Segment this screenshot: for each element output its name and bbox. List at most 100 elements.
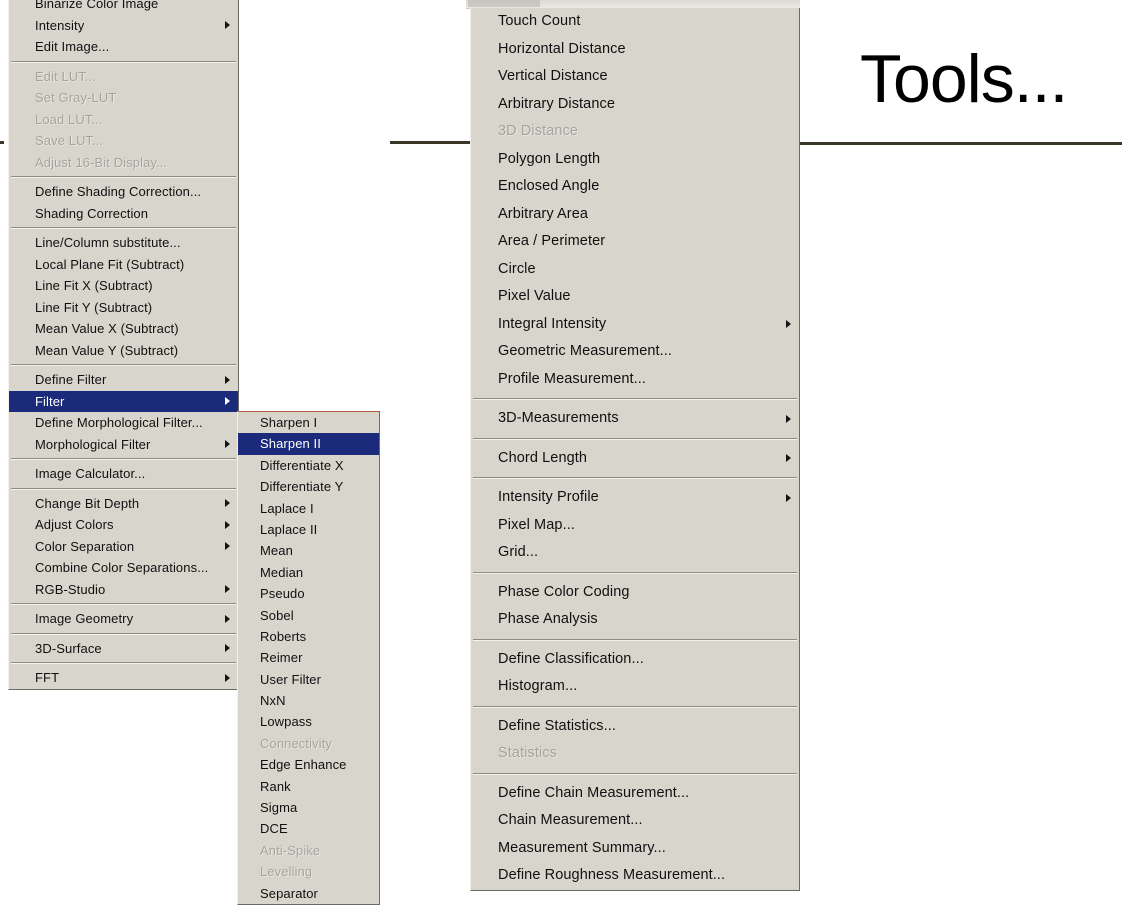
menu-item-combine-color-separations[interactable]: Combine Color Separations... [9,557,238,579]
menu-item-phase-analysis[interactable]: Phase Analysis [471,606,799,634]
process-menu[interactable]: Binarize Color Image Intensity Edit Image.… [8,0,239,690]
menu-item-rgb-studio[interactable]: RGB-Studio [9,579,238,601]
menu-item-chord-length[interactable]: Chord Length [471,445,799,473]
menu-item-mean-value-y-subtract[interactable]: Mean Value Y (Subtract) [9,340,238,362]
menu-item-profile-measurement[interactable]: Profile Measurement... [471,366,799,394]
menu-item-horizontal-distance[interactable]: Horizontal Distance [471,36,799,64]
menu-item-geometric-measurement[interactable]: Geometric Measurement... [471,338,799,366]
menu-item-define-morphological-filter[interactable]: Define Morphological Filter... [9,412,238,434]
menu-item-phase-color-coding[interactable]: Phase Color Coding [471,579,799,607]
menu-item-label: Levelling [260,864,313,880]
menu-separator [473,398,797,400]
menu-item-circle[interactable]: Circle [471,256,799,284]
menu-item-local-plane-fit-subtract[interactable]: Local Plane Fit (Subtract) [9,254,238,276]
menu-group: Intensity Profile Pixel Map... Grid... [471,484,799,567]
menu-item-shading-correction[interactable]: Shading Correction [9,203,238,225]
menu-item-label: Shading Correction [35,205,149,221]
menu-item-define-classification[interactable]: Define Classification... [471,646,799,674]
menu-item-reimer[interactable]: Reimer [238,647,379,668]
menu-separator [473,571,797,574]
menu-item-sigma[interactable]: Sigma [238,797,379,818]
menu-item-label: Line/Column substitute... [35,235,181,250]
menu-item-label: 3D-Measurements [498,410,619,426]
menu-item-laplace-ii[interactable]: Laplace II [238,519,379,540]
menu-item-edge-enhance[interactable]: Edge Enhance [238,754,379,775]
menu-item-touch-count[interactable]: Touch Count [471,8,799,36]
menu-item-vertical-distance[interactable]: Vertical Distance [471,63,799,91]
menu-item-image-geometry[interactable]: Image Geometry [9,608,238,630]
menu-item-mean[interactable]: Mean [238,540,379,561]
menu-item-line-fit-y-subtract[interactable]: Line Fit Y (Subtract) [9,297,238,319]
menu-item-edit-image[interactable]: Edit Image... [9,36,238,58]
menu-item-rank[interactable]: Rank [238,776,379,797]
menu-item-label: Change Bit Depth [35,495,140,511]
menu-item-line-column-substitute[interactable]: Line/Column substitute... [9,232,238,254]
menu-item-label: Edit Image... [35,39,110,54]
menu-item-roberts[interactable]: Roberts [238,626,379,647]
menu-item-3d-surface[interactable]: 3D-Surface [9,638,238,660]
menu-item-filter[interactable]: Filter [9,390,238,412]
menu-item-grid[interactable]: Grid... [471,539,799,567]
menu-item-define-filter[interactable]: Define Filter [9,369,238,391]
menu-item-chain-measurement[interactable]: Chain Measurement... [471,807,799,835]
menu-item-dce[interactable]: DCE [238,818,379,839]
menu-item-fft[interactable]: FFT [9,667,238,689]
filter-submenu[interactable]: Sharpen I Sharpen II Differentiate X Differ… [237,411,380,905]
menu-item-label: Measurement Summary... [498,839,666,856]
measure-menu[interactable]: Touch Count Horizontal Distance Vertical D… [470,8,800,891]
menu-item-arbitrary-area[interactable]: Arbitrary Area [471,201,799,229]
menu-item-label: Arbitrary Area [498,205,589,222]
menu-item-change-bit-depth[interactable]: Change Bit Depth [9,493,238,515]
menu-item-separator[interactable]: Separator [238,883,379,904]
menu-item-sharpen-ii[interactable]: Sharpen II [238,433,379,455]
menu-item-define-shading-correction[interactable]: Define Shading Correction... [9,181,238,203]
menu-item-area-perimeter[interactable]: Area / Perimeter [471,228,799,256]
menu-item-nxn[interactable]: NxN [238,690,379,711]
menu-item-define-statistics[interactable]: Define Statistics... [471,713,799,741]
menu-item-median[interactable]: Median [238,562,379,583]
menu-item-image-calculator[interactable]: Image Calculator... [9,463,238,485]
menu-item-pixel-value[interactable]: Pixel Value [471,283,799,311]
menu-item-sharpen-i[interactable]: Sharpen I [238,412,379,433]
menu-item-integral-intensity[interactable]: Integral Intensity [471,311,799,339]
menu-item-measurement-summary[interactable]: Measurement Summary... [471,835,799,863]
menu-item-label: Set Gray-LUT [35,90,117,105]
menu-item-enclosed-angle[interactable]: Enclosed Angle [471,173,799,201]
menu-item-label: Profile Measurement... [498,370,647,387]
menu-item-3d-measurements[interactable]: 3D-Measurements [471,405,799,433]
menu-item-mean-value-x-subtract[interactable]: Mean Value X (Subtract) [9,318,238,340]
menu-item-histogram[interactable]: Histogram... [471,673,799,701]
menu-item-intensity[interactable]: Intensity [9,15,238,37]
menu-item-binarize-color-image[interactable]: Binarize Color Image [9,0,238,15]
menu-item-arbitrary-distance[interactable]: Arbitrary Distance [471,91,799,119]
menu-item-laplace-i[interactable]: Laplace I [238,498,379,519]
menu-item-line-fit-x-subtract[interactable]: Line Fit X (Subtract) [9,275,238,297]
menu-item-load-lut: Load LUT... [9,109,238,131]
menu-item-intensity-profile[interactable]: Intensity Profile [471,484,799,512]
menu-item-adjust-colors[interactable]: Adjust Colors [9,514,238,536]
menu-item-lowpass[interactable]: Lowpass [238,711,379,732]
menu-item-define-roughness-measurement[interactable]: Define Roughness Measurement... [471,862,799,890]
menu-item-define-chain-measurement[interactable]: Define Chain Measurement... [471,780,799,808]
menu-item-label: Integral Intensity [498,315,607,332]
menu-item-label: Vertical Distance [498,68,608,84]
menu-group: Define Classification... Histogram... [471,646,799,701]
menu-group: Binarize Color Image Intensity Edit Image.… [9,0,238,58]
menu-item-morphological-filter[interactable]: Morphological Filter [9,434,238,456]
menu-item-pixel-map[interactable]: Pixel Map... [471,512,799,540]
menu-group: Line/Column substitute... Local Plane Fit… [9,232,238,361]
menu-item-label: User Filter [260,671,322,687]
menu-item-color-separation[interactable]: Color Separation [9,536,238,558]
menu-item-levelling: Levelling [238,861,379,882]
menu-item-differentiate-y[interactable]: Differentiate Y [238,476,379,497]
submenu-arrow-icon [225,585,230,594]
menu-item-user-filter[interactable]: User Filter [238,669,379,690]
menu-item-adjust-16-bit-display: Adjust 16-Bit Display... [9,152,238,174]
menu-item-pseudo[interactable]: Pseudo [238,583,379,604]
menu-item-sobel[interactable]: Sobel [238,605,379,626]
menu-item-polygon-length[interactable]: Polygon Length [471,146,799,174]
menu-item-label: Sharpen I [260,415,318,430]
menu-item-statistics: Statistics [471,740,799,768]
menu-item-label: Binarize Color Image [35,0,159,11]
menu-item-differentiate-x[interactable]: Differentiate X [238,455,379,476]
